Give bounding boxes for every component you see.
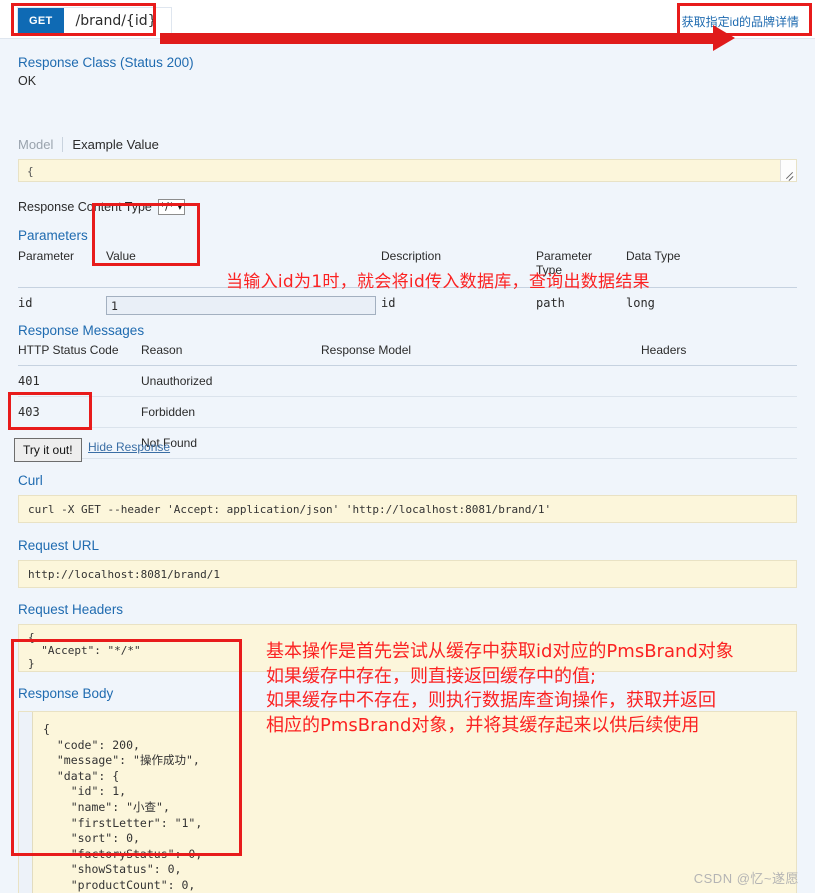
param-description: id [381,296,396,310]
col-header-reason: Reason [141,341,321,366]
example-value-box: { [18,159,797,182]
col-header-description: Description [381,247,536,288]
response-body-line: { [43,722,50,736]
tab-example-value[interactable]: Example Value [62,137,167,152]
status-headers [641,396,797,428]
param-value-cell [106,288,381,326]
response-body-line: "id": 1, [43,784,127,799]
col-header-response-model: Response Model [321,341,641,366]
col-header-value: Value [106,247,381,288]
request-headers-title: Request Headers [18,602,124,617]
request-headers-box: { "Accept": "*/*" } [18,624,797,672]
hide-response-link[interactable]: Hide Response [88,440,170,454]
operation-path: /brand/{id} [75,13,157,29]
response-body-gutter [19,712,33,893]
model-example-tabs: Model Example Value [18,137,168,152]
response-class-status-text: OK [18,74,37,88]
swagger-operation-page: GET /brand/{id} 获取指定id的品牌详情 Response Cla… [0,0,815,893]
param-value-input[interactable] [106,296,376,315]
http-method-badge: GET [18,8,64,34]
annotation-arrow-head [713,25,735,51]
response-messages-header-row: HTTP Status Code Reason Response Model H… [18,341,797,366]
status-reason: Unauthorized [141,365,321,397]
status-reason: Forbidden [141,396,321,428]
try-it-out-button[interactable]: Try it out! [14,438,82,462]
table-row: 403 Forbidden [18,396,797,428]
response-body-line: "sort": 0, [43,831,140,846]
request-url-box: http://localhost:8081/brand/1 [18,560,797,588]
response-body-line: "productCount": 0, [43,877,196,892]
param-name: id [18,296,33,310]
col-header-parameter: Parameter [18,247,106,288]
status-model [321,427,641,459]
parameters-title: Parameters [18,228,88,243]
status-code: 401 [18,365,141,397]
operation-body: Response Class (Status 200) OK Model Exa… [0,38,815,893]
operation-tab[interactable]: GET /brand/{id} [17,7,172,34]
col-header-parameter-type: Parameter Type [536,247,626,288]
resize-handle-icon[interactable] [780,160,796,181]
example-value-text: { [27,165,34,178]
tab-model[interactable]: Model [18,137,62,152]
response-body-line: "name": "小查", [43,799,170,814]
parameters-header-row: Parameter Value Description Parameter Typ… [18,247,797,288]
csdn-watermark: CSDN @忆~遂愿 [693,871,799,886]
curl-command-box: curl -X GET --header 'Accept: applicatio… [18,495,797,523]
table-row: 401 Unauthorized [18,365,797,397]
response-content-type-value: */* [159,201,174,213]
response-body-line: "firstLetter": "1", [43,815,203,830]
response-body-json: { "code": 200, "message": "操作成功", "data"… [43,722,787,893]
response-body-line: "data": { [43,768,120,783]
response-body-line: "code": 200, [43,737,140,752]
response-content-type-label: Response Content Type [18,200,152,214]
request-url-title: Request URL [18,538,100,553]
response-body-title: Response Body [18,686,114,701]
param-type: path [536,296,565,310]
response-messages-title: Response Messages [18,323,145,338]
response-content-type-select[interactable]: */* ▾ [157,199,185,215]
response-body-line: "factoryStatus": 0, [43,846,203,861]
response-content-type-row: Response Content Type */* ▾ [18,199,185,215]
col-header-headers: Headers [641,341,797,366]
response-body-line: "showStatus": 0, [43,862,182,877]
response-body-line: "message": "操作成功", [43,753,200,768]
col-header-http-status-code: HTTP Status Code [18,341,141,366]
status-headers [641,365,797,397]
status-model [321,396,641,428]
param-data-type: long [626,296,655,310]
col-header-data-type: Data Type [626,247,797,288]
status-model [321,365,641,397]
annotation-arrow-shaft [160,33,715,44]
table-row: id id path long [18,288,797,326]
status-code: 403 [18,396,141,428]
response-class-title: Response Class (Status 200) [18,55,194,70]
status-headers [641,427,797,459]
response-body-box: { "code": 200, "message": "操作成功", "data"… [18,711,797,893]
operation-summary[interactable]: 获取指定id的品牌详情 [682,13,799,30]
curl-title: Curl [18,473,43,488]
parameters-table: Parameter Value Description Parameter Typ… [18,247,797,325]
